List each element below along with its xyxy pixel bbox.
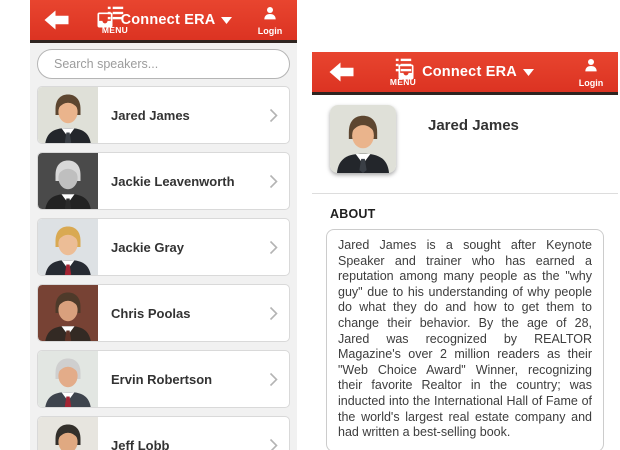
speaker-detail-screen: MENU Connect ERA Login Jared James ABOUT…	[312, 52, 618, 450]
speaker-name: Chris Poolas	[111, 305, 191, 321]
app-title: Connect ERA	[422, 64, 517, 80]
login-button[interactable]: Login	[250, 5, 290, 39]
speaker-row-jackie-gray[interactable]: Jackie Gray	[37, 218, 290, 276]
login-label: Login	[578, 78, 604, 88]
about-section-label: ABOUT	[330, 207, 376, 221]
speaker-photo	[38, 153, 98, 209]
speaker-name: Jared James	[111, 107, 190, 123]
speaker-row-jared-james[interactable]: Jared James	[37, 86, 290, 144]
speaker-photo	[38, 219, 98, 275]
login-label: Login	[257, 26, 283, 36]
search-input[interactable]	[37, 49, 290, 79]
speaker-avatar	[38, 219, 98, 275]
caret-down-icon	[522, 68, 534, 76]
speaker-photo	[38, 285, 98, 341]
caret-down-icon	[221, 16, 233, 24]
chevron-right-icon	[269, 108, 278, 122]
section-divider	[312, 193, 618, 194]
speaker-name: Ervin Robertson	[111, 371, 213, 387]
person-icon	[264, 7, 276, 20]
screenshot-canvas: MENU Connect ERA Login Search speakers..…	[0, 0, 620, 450]
appbar: MENU Connect ERA Login	[30, 0, 297, 43]
chevron-right-icon	[269, 372, 278, 386]
speaker-profile-name: Jared James	[428, 117, 519, 134]
speaker-list-screen: MENU Connect ERA Login Search speakers..…	[30, 0, 297, 450]
app-title: Connect ERA	[120, 12, 216, 28]
speaker-profile-photo	[330, 105, 396, 173]
chevron-right-icon	[269, 438, 278, 450]
speaker-row-jackie-leavenworth[interactable]: Jackie Leavenworth	[37, 152, 290, 210]
speaker-avatar	[38, 351, 98, 407]
chevron-right-icon	[269, 174, 278, 188]
person-icon	[585, 59, 597, 72]
appbar: MENU Connect ERA Login	[312, 52, 618, 95]
speaker-profile-header: Jared James	[312, 95, 618, 183]
speaker-list: Jared James Jackie Leavenworth Jackie Gr…	[30, 79, 297, 450]
speaker-avatar	[38, 153, 98, 209]
speaker-row-jeff-lobb[interactable]: Jeff Lobb	[37, 416, 290, 450]
chevron-right-icon	[269, 240, 278, 254]
speaker-photo	[38, 87, 98, 143]
inbox-icon	[398, 64, 414, 80]
speaker-name: Jackie Leavenworth	[111, 173, 235, 189]
speaker-avatar	[38, 285, 98, 341]
speaker-avatar	[38, 87, 98, 143]
login-button[interactable]: Login	[571, 57, 611, 91]
speaker-row-ervin-robertson[interactable]: Ervin Robertson	[37, 350, 290, 408]
speaker-name: Jeff Lobb	[111, 437, 170, 450]
speaker-photo	[38, 351, 98, 407]
speaker-row-chris-poolas[interactable]: Chris Poolas	[37, 284, 290, 342]
speaker-photo	[38, 417, 98, 450]
about-text: Jared James is a sought after Keynote Sp…	[338, 238, 592, 440]
speaker-avatar	[38, 417, 98, 450]
speaker-name: Jackie Gray	[111, 239, 185, 255]
about-card: Jared James is a sought after Keynote Sp…	[326, 229, 604, 450]
speaker-photo	[330, 105, 396, 173]
chevron-right-icon	[269, 306, 278, 320]
inbox-icon	[97, 12, 113, 28]
